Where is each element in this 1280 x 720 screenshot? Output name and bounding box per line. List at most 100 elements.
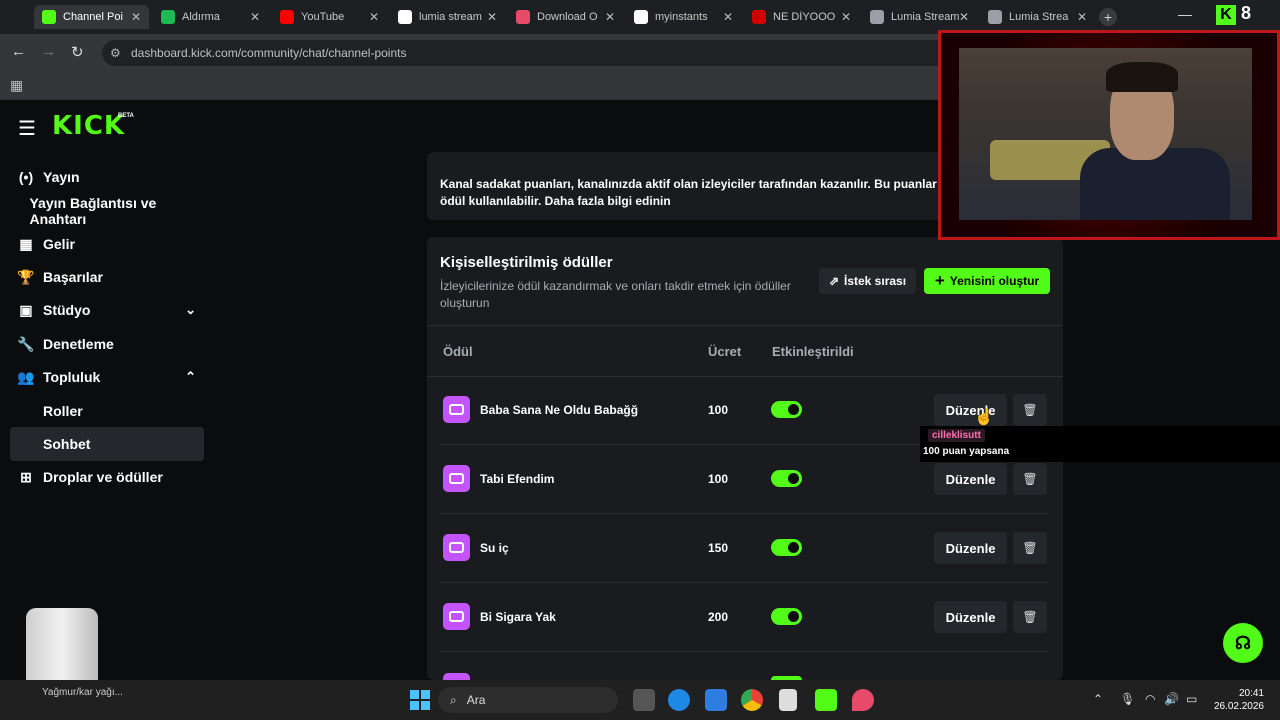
new-tab-button[interactable]: +	[1099, 8, 1117, 26]
sidebar-item-label: Başarılar	[43, 269, 103, 285]
edit-button[interactable]: Düzenle	[934, 394, 1007, 426]
wifi-icon[interactable]: ◠	[1145, 692, 1155, 706]
reward-icon	[443, 465, 470, 492]
gift-icon: ⊞	[20, 468, 32, 485]
tray-expand-icon[interactable]: ⌃	[1093, 692, 1103, 706]
close-tab-icon[interactable]: ✕	[841, 10, 851, 24]
sidebar-item-label: Sohbet	[43, 436, 91, 452]
close-tab-icon[interactable]: ✕	[250, 10, 260, 24]
browser-tab[interactable]: Lumia Strea ✕	[980, 5, 1095, 29]
window-minimize-button[interactable]: —	[1178, 6, 1192, 22]
mouse-cursor-icon: ☝	[974, 409, 994, 426]
browser-tab[interactable]: myinstants ✕	[626, 5, 741, 29]
url-text[interactable]: dashboard.kick.com/community/chat/channe…	[131, 46, 406, 60]
browser-tab[interactable]: Lumia Stream ✕	[862, 5, 977, 29]
sidebar-item[interactable]: 👥 Topluluk ⌃	[10, 360, 204, 394]
sidebar-item[interactable]: ⊞ Droplar ve ödüller	[10, 460, 204, 494]
edit-button[interactable]: Düzenle	[934, 532, 1007, 564]
delete-button[interactable]: 🗑	[1013, 463, 1047, 495]
sidebar-item-label: Roller	[43, 403, 83, 419]
chrome-icon[interactable]	[741, 689, 763, 711]
volume-icon[interactable]: 🔊	[1164, 692, 1179, 706]
column-header-cost: Ücret	[708, 344, 742, 359]
close-tab-icon[interactable]: ✕	[605, 10, 615, 24]
back-icon[interactable]: ←	[11, 43, 26, 60]
sidebar-item[interactable]: 🏆 Başarılar	[10, 260, 204, 294]
sidebar-item[interactable]: ▦ Gelir	[10, 227, 204, 261]
browser-tab[interactable]: YouTube ✕	[272, 5, 387, 29]
toggle-knob	[788, 473, 799, 484]
kick-logo[interactable]: KICK	[52, 111, 125, 141]
request-queue-button[interactable]: ⇗ İstek sırası	[819, 268, 916, 294]
hamburger-menu-icon[interactable]: ☰	[18, 116, 36, 141]
close-tab-icon[interactable]: ✕	[131, 10, 141, 24]
taskbar-clock[interactable]: 20:41 26.02.2026	[1210, 687, 1264, 713]
trash-icon: 🗑	[1022, 610, 1038, 624]
windows-start-icon[interactable]	[410, 690, 430, 710]
clock-date: 26.02.2026	[1213, 701, 1264, 712]
reward-cost: 200	[708, 610, 729, 624]
close-tab-icon[interactable]: ✕	[959, 10, 969, 24]
close-tab-icon[interactable]: ✕	[723, 10, 733, 24]
kick-badge-icon: K	[1216, 5, 1236, 25]
toggle-switch[interactable]	[771, 539, 802, 556]
beta-badge: BETA	[118, 113, 134, 119]
sidebar-item[interactable]: ▣ Stüdyo ⌄	[10, 293, 204, 327]
close-tab-icon[interactable]: ✕	[487, 10, 497, 24]
reward-icon	[443, 603, 470, 630]
sidebar-item-label: Stüdyo	[43, 302, 91, 318]
browser-tab[interactable]: Channel Poi ✕	[34, 5, 149, 29]
toggle-switch[interactable]	[771, 608, 802, 625]
weather-widget[interactable]: Yağmur/kar yağı...	[42, 687, 123, 698]
apps-grid-icon[interactable]: ▦	[10, 77, 23, 94]
chat-username: cilleklisutt	[928, 429, 985, 442]
close-tab-icon[interactable]: ✕	[1077, 10, 1087, 24]
tab-title: lumia stream	[419, 11, 482, 23]
battery-icon[interactable]: ▭	[1186, 692, 1197, 706]
toggle-knob	[788, 542, 799, 553]
tab-favicon-icon	[634, 10, 648, 24]
browser-tab[interactable]: lumia stream ✕	[390, 5, 505, 29]
store-icon[interactable]	[705, 689, 727, 711]
task-view-icon[interactable]	[633, 689, 655, 711]
reload-icon[interactable]: ↻	[71, 43, 84, 61]
delete-button[interactable]: 🗑	[1013, 601, 1047, 633]
search-icon: ⌕	[450, 692, 457, 707]
tab-favicon-icon	[516, 10, 530, 24]
sidebar-item[interactable]: Yayın Bağlantısı ve Anahtarı	[10, 194, 204, 228]
pin-app-icon[interactable]	[852, 689, 874, 711]
sidebar-item-label: Topluluk	[43, 369, 101, 385]
sidebar-item[interactable]: Sohbet	[10, 427, 204, 461]
file-icon[interactable]	[779, 689, 797, 711]
delete-button[interactable]: 🗑	[1013, 394, 1047, 426]
microphone-icon[interactable]: 🎙	[1120, 692, 1135, 706]
browser-tab[interactable]: Aldırma ✕	[153, 5, 268, 29]
chevron-icon[interactable]: ⌃	[185, 369, 196, 385]
delete-button[interactable]: 🗑	[1013, 532, 1047, 564]
chevron-icon[interactable]: ⌄	[185, 302, 196, 318]
column-header-enabled: Etkinleştirildi	[772, 344, 854, 359]
plus-icon: +	[934, 271, 945, 290]
sidebar-item[interactable]: Roller	[10, 394, 204, 428]
edit-button[interactable]: Düzenle	[934, 601, 1007, 633]
sidebar-item[interactable]: (•) Yayın	[10, 160, 204, 194]
reward-icon	[443, 673, 470, 680]
chest-icon	[449, 404, 464, 415]
toggle-switch[interactable]	[771, 470, 802, 487]
rewards-title: Kişiselleştirilmiş ödüller	[440, 254, 613, 271]
support-headset-icon[interactable]: ☊	[1223, 623, 1263, 663]
edge-icon[interactable]	[668, 689, 690, 711]
edit-button[interactable]: Düzenle	[934, 463, 1007, 495]
taskbar-search[interactable]: ⌕ Ara	[438, 687, 618, 713]
close-tab-icon[interactable]: ✕	[369, 10, 379, 24]
toggle-switch[interactable]	[771, 401, 802, 418]
sidebar-item-label: Yayın Bağlantısı ve Anahtarı	[29, 195, 157, 227]
browser-tab[interactable]: Download O ✕	[508, 5, 623, 29]
browser-tab[interactable]: NE DİYOOO ✕	[744, 5, 859, 29]
site-info-icon[interactable]: ⚙	[110, 46, 121, 60]
trophy-icon: 🏆	[17, 268, 35, 285]
forward-icon[interactable]: →	[41, 43, 56, 60]
kick-app-icon[interactable]	[815, 689, 837, 711]
sidebar-item[interactable]: 🔧 Denetleme	[10, 327, 204, 361]
create-reward-button[interactable]: + Yenisini oluştur	[924, 268, 1050, 294]
